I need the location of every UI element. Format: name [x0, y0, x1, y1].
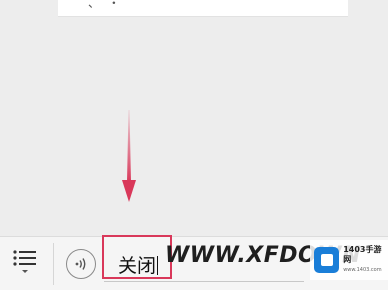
red-arrow-annotation	[122, 110, 136, 202]
input-underline	[104, 281, 304, 282]
menu-button[interactable]	[8, 247, 42, 281]
message-input-value: 关闭	[118, 255, 159, 277]
voice-button[interactable]	[66, 249, 96, 279]
separator	[53, 243, 54, 285]
voice-wave-icon	[75, 258, 86, 270]
site-badge: 1403手游网 www.1403.com	[310, 240, 388, 280]
site-badge-text: 1403手游网 www.1403.com	[343, 245, 382, 273]
text-caret	[157, 256, 159, 275]
message-text: 、 ・	[88, 0, 122, 10]
list-menu-icon	[13, 250, 36, 273]
site-logo-icon	[314, 247, 340, 273]
chat-area	[0, 16, 388, 236]
message-bubble: 、 ・	[58, 0, 348, 17]
